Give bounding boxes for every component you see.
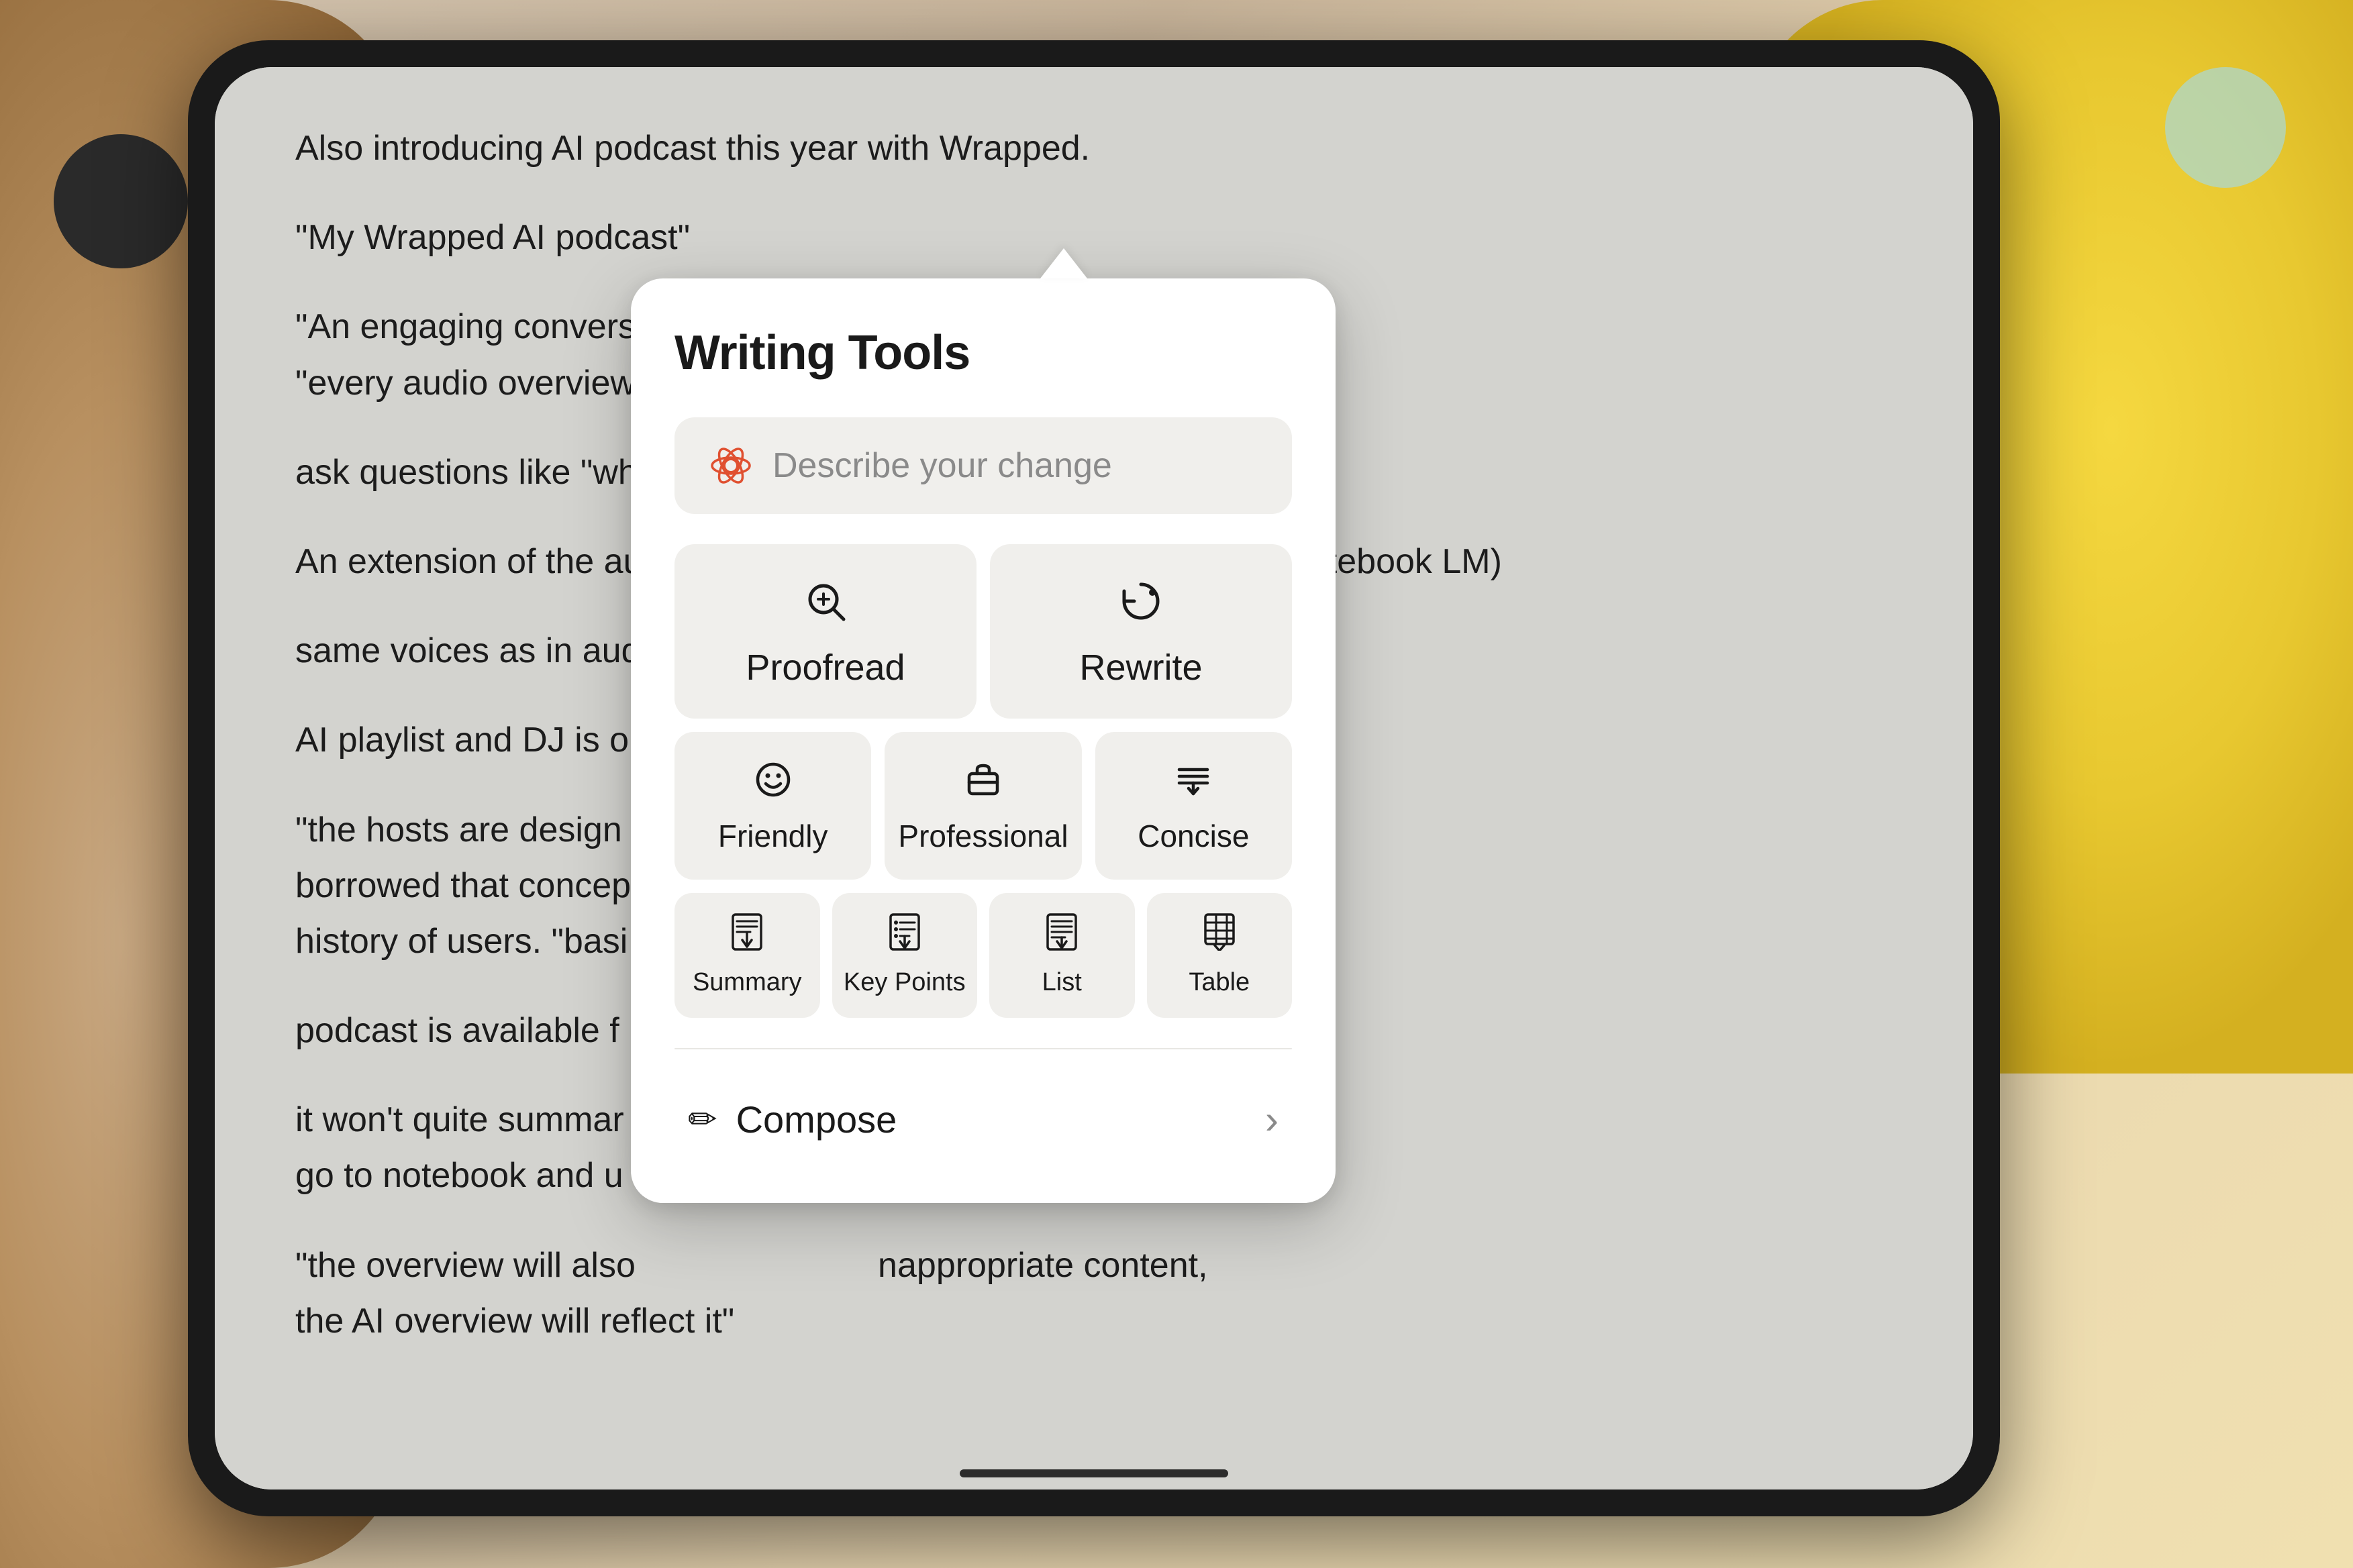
key-points-label: Key Points <box>844 966 966 999</box>
concise-label: Concise <box>1138 818 1249 854</box>
summary-button[interactable]: Summary <box>674 893 820 1018</box>
summary-label: Summary <box>693 966 802 999</box>
friendly-button[interactable]: Friendly <box>674 732 871 880</box>
divider <box>674 1048 1292 1049</box>
list-label: List <box>1042 966 1082 999</box>
popup-caret <box>1040 248 1087 278</box>
summary-icon <box>730 913 764 957</box>
apple-intelligence-icon <box>708 443 754 488</box>
table-button[interactable]: Table <box>1147 893 1293 1018</box>
rewrite-button[interactable]: Rewrite <box>990 544 1292 719</box>
tools-row-1: Proofread Rewrite <box>674 544 1292 719</box>
popup-card: Writing Tools Describe your change <box>631 278 1336 1203</box>
compose-pencil-icon: ✏ <box>688 1100 717 1140</box>
describe-placeholder: Describe your change <box>772 446 1112 486</box>
professional-button[interactable]: Professional <box>885 732 1081 880</box>
friendly-label: Friendly <box>718 818 828 854</box>
tablet-screen: Also introducing AI podcast this year wi… <box>215 67 1973 1489</box>
table-icon <box>1203 913 1236 957</box>
concise-icon <box>1174 760 1213 806</box>
proofread-icon <box>802 578 849 632</box>
key-points-icon <box>888 913 921 957</box>
describe-change-input[interactable]: Describe your change <box>674 417 1292 514</box>
concise-button[interactable]: Concise <box>1095 732 1292 880</box>
tools-row-2: Friendly Professional <box>674 732 1292 880</box>
rewrite-label: Rewrite <box>1079 647 1202 688</box>
proofread-label: Proofread <box>746 647 905 688</box>
writing-tools-popup: Writing Tools Describe your change <box>631 248 1336 1203</box>
tools-row-3: Summary <box>674 893 1292 1018</box>
popup-title: Writing Tools <box>674 325 1292 380</box>
proofread-button[interactable]: Proofread <box>674 544 977 719</box>
list-icon <box>1045 913 1079 957</box>
list-button[interactable]: List <box>989 893 1135 1018</box>
compose-left: ✏ Compose <box>688 1098 897 1141</box>
tablet-device: Also introducing AI podcast this year wi… <box>188 40 2000 1516</box>
table-label: Table <box>1189 966 1250 999</box>
professional-icon <box>964 760 1003 806</box>
compose-button[interactable]: ✏ Compose › <box>674 1076 1292 1163</box>
professional-label: Professional <box>898 818 1068 854</box>
compose-label: Compose <box>736 1098 897 1141</box>
key-points-button[interactable]: Key Points <box>832 893 978 1018</box>
rewrite-icon <box>1117 578 1164 632</box>
home-indicator <box>960 1469 1228 1477</box>
compose-chevron-icon: › <box>1265 1096 1279 1143</box>
tools-grid: Proofread Rewrite <box>674 544 1292 1018</box>
friendly-icon <box>754 760 793 806</box>
